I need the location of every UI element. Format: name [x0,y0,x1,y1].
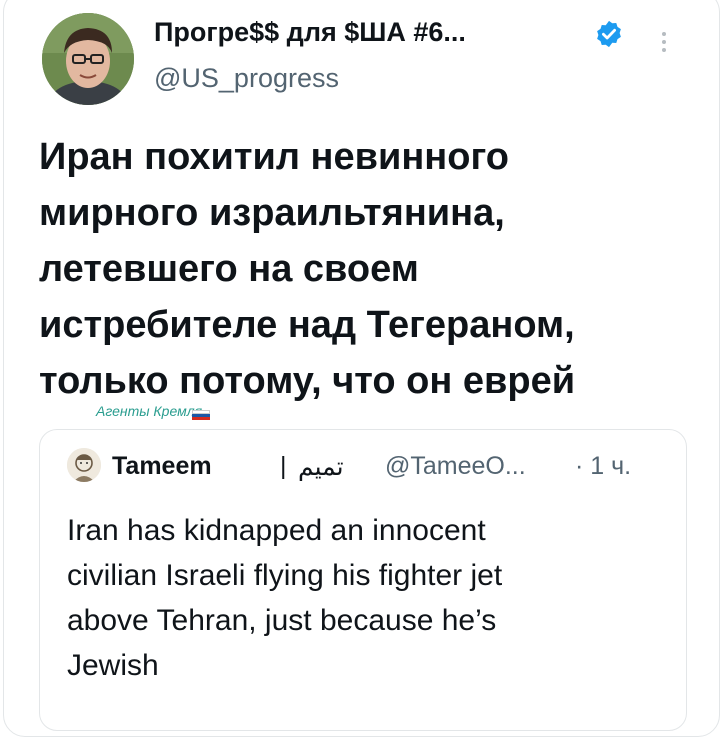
quoted-author-arabic-name: تميم [298,453,344,481]
watermark-text: Агенты Кремля [96,403,203,419]
quoted-timestamp[interactable]: · 1 ч. [575,452,631,481]
quoted-text-line: Jewish [67,649,159,682]
verified-badge-icon [597,20,621,48]
tweet-text-line: Иран похитил невинного [39,136,510,178]
tweet-text-line: истребителе над Тегераном, [39,304,575,346]
quoted-tweet[interactable]: Tameem | تميم @TameeO... · 1 ч. Iran has… [39,429,687,731]
quoted-avatar-image [67,448,101,482]
quoted-text-line: Iran has kidnapped an innocent [67,514,486,547]
russian-flag-icon [192,410,210,420]
tweet-card: Прогре$$ для $ША #6... @US_progress Иран… [3,0,720,737]
tweet-text-line: только потому, что он еврей [39,360,576,402]
tweet-text-line: мирного израильтянина, [39,192,505,234]
author-display-name[interactable]: Прогре$$ для $ША #6... [154,17,466,48]
avatar-image [42,13,134,105]
quoted-tweet-text: Iran has kidnapped an innocent civilian … [67,508,677,688]
more-options-icon[interactable] [658,29,670,61]
tweet-text-line: летевшего на своем [39,248,419,290]
author-avatar[interactable] [42,13,134,105]
quoted-author-handle[interactable]: @TameeO... [385,452,526,481]
author-handle[interactable]: @US_progress [154,63,339,94]
quoted-text-line: above Tehran, just because he’s [67,604,497,637]
quoted-author-name[interactable]: Tameem [112,452,212,481]
name-separator: | [280,452,287,480]
quoted-author-avatar[interactable] [67,448,101,482]
tweet-text: Иран похитил невинного мирного израильтя… [39,129,689,409]
quoted-text-line: civilian Israeli flying his fighter jet [67,559,503,592]
